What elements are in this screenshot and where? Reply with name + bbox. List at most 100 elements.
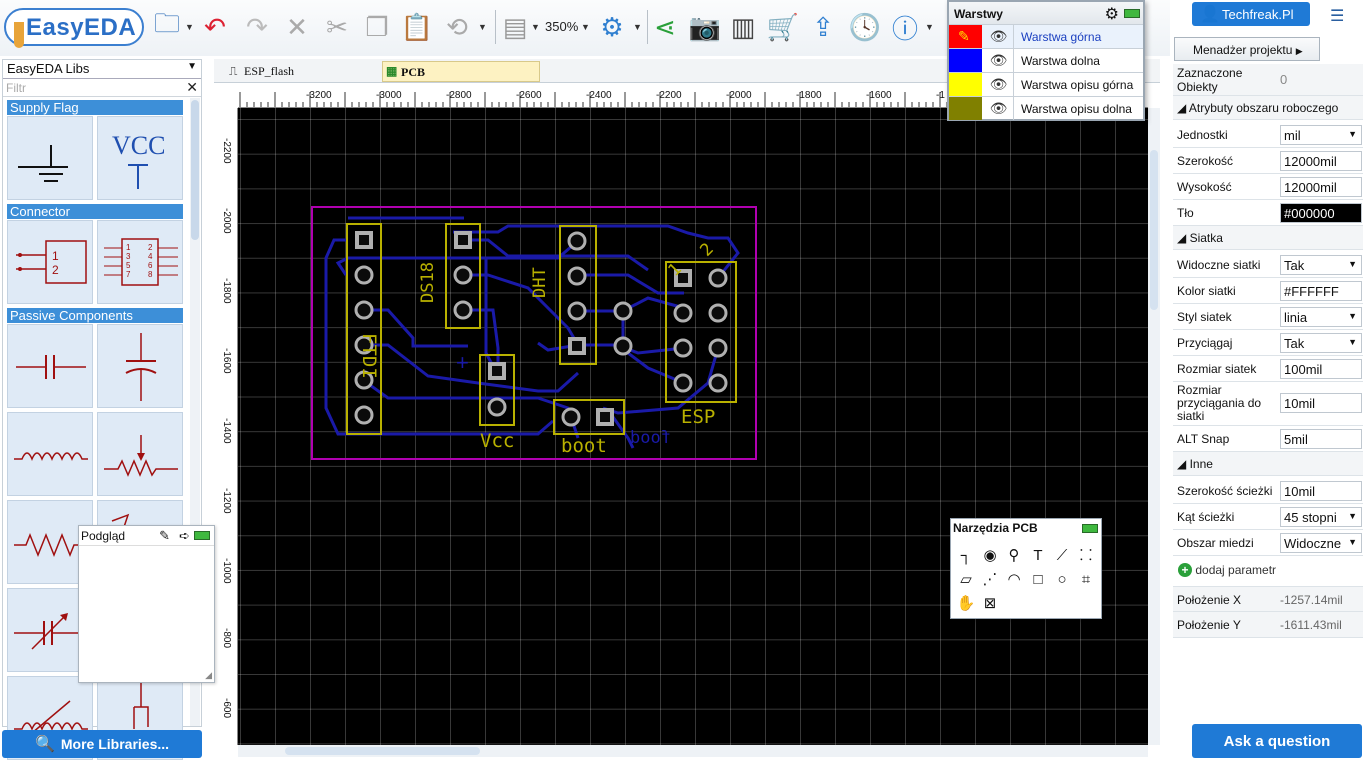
canvas-origin-icon[interactable]: ⌗ — [1075, 569, 1097, 591]
hand-pan-icon[interactable]: ✋ — [955, 593, 977, 615]
minimize-icon[interactable] — [1124, 9, 1140, 18]
tab-pcb[interactable]: ▦ PCB — [382, 61, 540, 82]
chevron-down-icon[interactable]: ▼ — [581, 22, 590, 32]
rectangle-icon[interactable]: □ — [1027, 569, 1049, 591]
bom-icon[interactable]: ▥ — [726, 10, 760, 44]
open-folder-icon[interactable]: 🗀 — [150, 8, 184, 44]
rotate-icon[interactable]: ⟲ — [440, 10, 474, 44]
zoom-level[interactable]: 350% — [545, 19, 578, 34]
units-select[interactable]: mil — [1280, 125, 1362, 145]
dashed-line-icon[interactable]: ⋰ — [979, 569, 1001, 591]
arc-icon[interactable]: ◠ — [1003, 569, 1025, 591]
cut-icon[interactable]: ✂ — [320, 10, 354, 44]
user-menu-button[interactable]: 👤 Techfreak.Pl ▼ — [1192, 2, 1310, 36]
grid-style-select[interactable]: linia — [1280, 307, 1362, 327]
minimize-icon[interactable] — [194, 531, 210, 540]
library-item-connector-2pin[interactable]: 1 2 — [7, 220, 93, 304]
copper-area-select[interactable]: Widoczne — [1280, 533, 1362, 553]
history-icon[interactable]: 🕓 — [848, 10, 882, 44]
text-icon[interactable]: T — [1027, 545, 1049, 567]
grid-size-input[interactable]: 100mil — [1280, 359, 1362, 379]
layer-color-swatch[interactable]: ✎ — [949, 25, 982, 48]
track-width-input[interactable]: 10mil — [1280, 481, 1362, 501]
layer-color-swatch[interactable] — [949, 97, 982, 120]
via-icon[interactable]: ⚲ — [1003, 545, 1025, 567]
section-supply-flag[interactable]: Supply Flag — [7, 100, 183, 115]
alt-snap-input[interactable]: 5mil — [1280, 429, 1362, 449]
dimension-icon[interactable]: ⸬ — [1075, 545, 1097, 567]
library-item-potentiometer[interactable] — [97, 412, 183, 496]
height-input[interactable]: 12000mil — [1280, 177, 1362, 197]
chevron-down-icon[interactable]: ▼ — [185, 22, 194, 32]
redo-icon[interactable]: ↷ — [240, 10, 274, 44]
arrow-right-icon[interactable]: ➪ — [179, 528, 190, 544]
grid-color-input[interactable]: #FFFFFF — [1280, 281, 1362, 301]
library-filter-input[interactable]: Filtr — [3, 79, 201, 97]
eye-icon[interactable]: 👁 — [984, 49, 1014, 72]
library-item-inductor[interactable] — [7, 412, 93, 496]
copy-icon[interactable]: ❐ — [360, 10, 394, 44]
minimize-icon[interactable] — [1082, 524, 1098, 533]
section-other[interactable]: ◢ Inne — [1173, 452, 1363, 476]
cart-icon[interactable]: 🛒 — [766, 10, 800, 44]
section-canvas-attributes[interactable]: ◢ Atrybuty obszaru roboczego — [1173, 96, 1363, 120]
library-selector[interactable]: EasyEDA Libs ▼ — [3, 60, 201, 79]
copper-area-icon[interactable]: ▱ — [955, 569, 977, 591]
section-passive-components[interactable]: Passive Components — [7, 308, 183, 323]
pad-icon[interactable]: ◉ — [979, 545, 1001, 567]
library-item-capacitor[interactable] — [7, 324, 93, 408]
paste-icon[interactable]: 📋 — [400, 10, 434, 44]
eye-icon[interactable]: 👁 — [984, 73, 1014, 96]
grid-visible-select[interactable]: Tak — [1280, 255, 1362, 275]
camera-icon[interactable]: 📷 — [688, 10, 722, 44]
library-item-ground[interactable] — [7, 116, 93, 200]
layer-row-bottom[interactable]: 👁 Warstwa dolna — [949, 48, 1143, 72]
layer-color-swatch[interactable] — [949, 49, 982, 72]
add-parameter-button[interactable]: + dodaj parametr — [1178, 563, 1276, 577]
canvas-horizontal-scroll-thumb[interactable] — [285, 747, 480, 755]
tab-esp-flash[interactable]: ⎍ ESP_flash — [226, 61, 386, 82]
eye-icon[interactable]: 👁 — [984, 25, 1014, 48]
layer-row-bottom-silk[interactable]: 👁 Warstwa opisu dolna — [949, 96, 1143, 120]
layer-row-top[interactable]: ✎ 👁 Warstwa górna — [949, 24, 1143, 48]
track-angle-select[interactable]: 45 stopni — [1280, 507, 1362, 527]
delete-icon[interactable]: ✕ — [280, 10, 314, 44]
undo-icon[interactable]: ↶ — [198, 10, 232, 44]
hole-icon[interactable]: ⊠ — [979, 593, 1001, 615]
library-item-connector-8pin[interactable]: 1 2 3 4 5 6 7 8 — [97, 220, 183, 304]
more-libraries-button[interactable]: 🔍 More Libraries... — [2, 730, 202, 758]
eye-icon[interactable]: 👁 — [984, 97, 1014, 120]
menu-icon[interactable]: ☰ — [1330, 6, 1344, 26]
library-item-vcc[interactable]: VCC — [97, 116, 183, 200]
share-icon[interactable]: ⋖ — [648, 10, 682, 44]
chevron-down-icon[interactable]: ▼ — [478, 22, 487, 32]
pcb-canvas[interactable]: FTDI DS18 DHT ESP Vcc boot + 1 2 food — [238, 108, 1148, 745]
ask-question-button[interactable]: Ask a question — [1192, 724, 1362, 758]
snap-select[interactable]: Tak — [1280, 333, 1362, 353]
settings-gear-icon[interactable]: ⚙ — [595, 10, 629, 44]
export-icon[interactable]: ⇪ — [806, 10, 840, 44]
chevron-down-icon[interactable]: ▼ — [633, 22, 642, 32]
section-grid[interactable]: ◢ Siatka — [1173, 226, 1363, 250]
library-scroll-thumb[interactable] — [191, 100, 199, 240]
connect-icon[interactable]: ⟋ — [1051, 545, 1073, 567]
circle-icon[interactable]: ○ — [1051, 569, 1073, 591]
resize-handle-icon[interactable]: ◢ — [205, 670, 212, 681]
background-color-input[interactable]: #000000 — [1280, 203, 1362, 223]
library-item-polarized-capacitor[interactable] — [97, 324, 183, 408]
snap-size-input[interactable]: 10mil — [1280, 393, 1362, 413]
track-icon[interactable]: ┐ — [955, 545, 977, 567]
pencil-icon[interactable]: ✎ — [159, 528, 170, 544]
layer-color-swatch[interactable] — [949, 73, 982, 96]
info-icon[interactable]: ⓘ — [888, 10, 922, 44]
align-icon[interactable]: ▤ — [498, 10, 532, 44]
project-manager-button[interactable]: Menadżer projektu ▶ — [1174, 37, 1320, 61]
width-input[interactable]: 12000mil — [1280, 151, 1362, 171]
canvas-vertical-scroll-thumb[interactable] — [1150, 150, 1158, 310]
chevron-down-icon[interactable]: ▼ — [925, 22, 934, 32]
layer-row-top-silk[interactable]: 👁 Warstwa opisu górna — [949, 72, 1143, 96]
chevron-down-icon[interactable]: ▼ — [531, 22, 540, 32]
section-connector[interactable]: Connector — [7, 204, 183, 219]
gear-icon[interactable]: ⚙ — [1105, 4, 1119, 24]
close-icon[interactable]: ✕ — [186, 79, 198, 96]
